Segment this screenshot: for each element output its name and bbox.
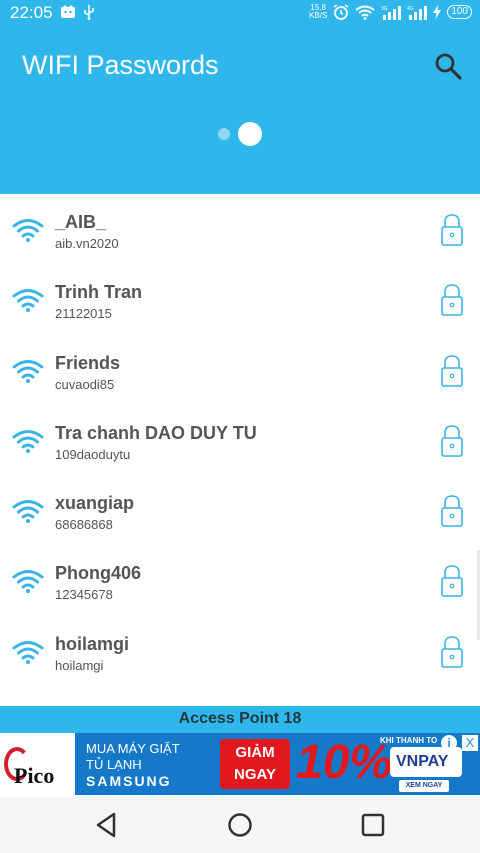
battery-level: 100 (447, 5, 472, 19)
list-item[interactable]: Phong406 12345678 (0, 546, 480, 616)
ad-pay-caption: KHI THANH TO (380, 736, 438, 745)
ad-line2: TỦ LẠNH (86, 757, 142, 772)
status-time: 22:05 (10, 3, 53, 22)
network-name: Phong406 (55, 563, 142, 584)
ad-pay-name: VNPAY (396, 753, 449, 770)
page-dot-inactive[interactable] (218, 128, 230, 140)
svg-text:3G: 3G (381, 6, 388, 12)
ad-brand: SAMSUNG (86, 773, 172, 789)
network-password: aib.vn2020 (55, 236, 119, 251)
network-password: cuvaodi85 (55, 376, 115, 392)
app-bar: WIFI Passwords (0, 26, 480, 194)
wifi-icon (12, 359, 44, 383)
ad-logo-text: Pico (14, 763, 55, 788)
lock-icon[interactable] (440, 283, 464, 317)
list-item[interactable]: xuangiap 68686868 (0, 476, 480, 546)
lock-icon[interactable] (440, 354, 464, 388)
access-point-label: Access Point 18 (0, 706, 480, 733)
page-title: WIFI Passwords (22, 50, 219, 80)
network-password: 68686868 (55, 517, 113, 533)
lock-icon[interactable] (440, 424, 464, 458)
lock-icon[interactable] (440, 494, 464, 528)
ad-line1: MUA MÁY GIẶT (86, 741, 180, 756)
recents-icon[interactable] (357, 809, 389, 841)
signal-3g-icon: 3G (381, 5, 402, 20)
net-speed-unit: KB/S (309, 11, 328, 20)
ad-banner[interactable]: Pico MUA MÁY GIẶT TỦ LẠNH SAMSUNG GIẢM N… (0, 733, 480, 795)
network-name: xuangiap (55, 493, 135, 514)
ad-logo: Pico (0, 733, 75, 795)
home-icon[interactable] (224, 809, 256, 841)
network-list: _AIB_ aib.vn2020 Trinh Tran 21122015 Fri… (0, 195, 480, 687)
wifi-icon (12, 219, 44, 242)
back-icon[interactable] (90, 809, 122, 841)
status-left-icons (60, 5, 94, 20)
lock-icon[interactable] (440, 635, 464, 669)
ad-cta-button[interactable]: XEM NGAY (399, 780, 449, 792)
wifi-icon (12, 570, 44, 594)
lock-icon[interactable] (440, 564, 464, 598)
signal-4g-icon: 4G (407, 5, 428, 20)
list-item[interactable]: Friends cuvaodi85 (0, 336, 480, 406)
wifi-icon (12, 640, 44, 664)
network-password: 21122015 (55, 306, 112, 322)
network-name: _AIB_ (55, 212, 107, 232)
alarm-icon (333, 4, 349, 20)
list-item[interactable]: Tra chanh DAO DUY TU 109daoduytu (0, 406, 480, 476)
network-password: 109daoduytu (55, 446, 131, 462)
page-indicator[interactable] (0, 122, 480, 146)
notification-icon (61, 5, 75, 18)
navigation-bar (0, 797, 480, 853)
svg-text:4G: 4G (407, 6, 414, 12)
wifi-icon (12, 429, 44, 453)
network-password: 12345678 (55, 587, 113, 603)
ad-close-icon[interactable]: X (462, 735, 478, 751)
status-right: 15.8 KB/S 3G 4G 100 (309, 4, 472, 20)
ad-deal-badge: GIẢM NGAY (220, 739, 290, 789)
charging-icon (433, 5, 442, 19)
network-password: hoilamgi (55, 657, 104, 673)
status-bar: 22:05 15.8 KB/S 3G 4G 100 (0, 0, 480, 26)
net-speed: 15.8 KB/S (309, 4, 327, 20)
list-item[interactable]: _AIB_ aib.vn2020 (0, 195, 480, 265)
network-name: hoilamgi (55, 633, 130, 654)
network-name: Tra chanh DAO DUY TU (55, 422, 257, 443)
usb-icon (84, 5, 94, 20)
ad-percent: 10% (296, 736, 393, 789)
network-name: Friends (55, 352, 121, 373)
ad-deal-line1: GIẢM (235, 744, 275, 761)
list-item[interactable]: Trinh Tran 21122015 (0, 265, 480, 335)
wifi-icon (12, 289, 44, 313)
list-item[interactable]: hoilamgi hoilamgi (0, 617, 480, 687)
lock-icon[interactable] (440, 213, 464, 247)
ad-pay-logo: VNPAY (390, 747, 462, 777)
wifi-icon (355, 5, 375, 20)
page-dot-active[interactable] (238, 122, 262, 146)
ad-info-icon[interactable]: i (441, 735, 457, 751)
network-name: Trinh Tran (55, 282, 143, 303)
wifi-icon (12, 500, 44, 524)
ad-deal-line2: NGAY (234, 766, 276, 783)
search-icon[interactable] (432, 50, 464, 82)
